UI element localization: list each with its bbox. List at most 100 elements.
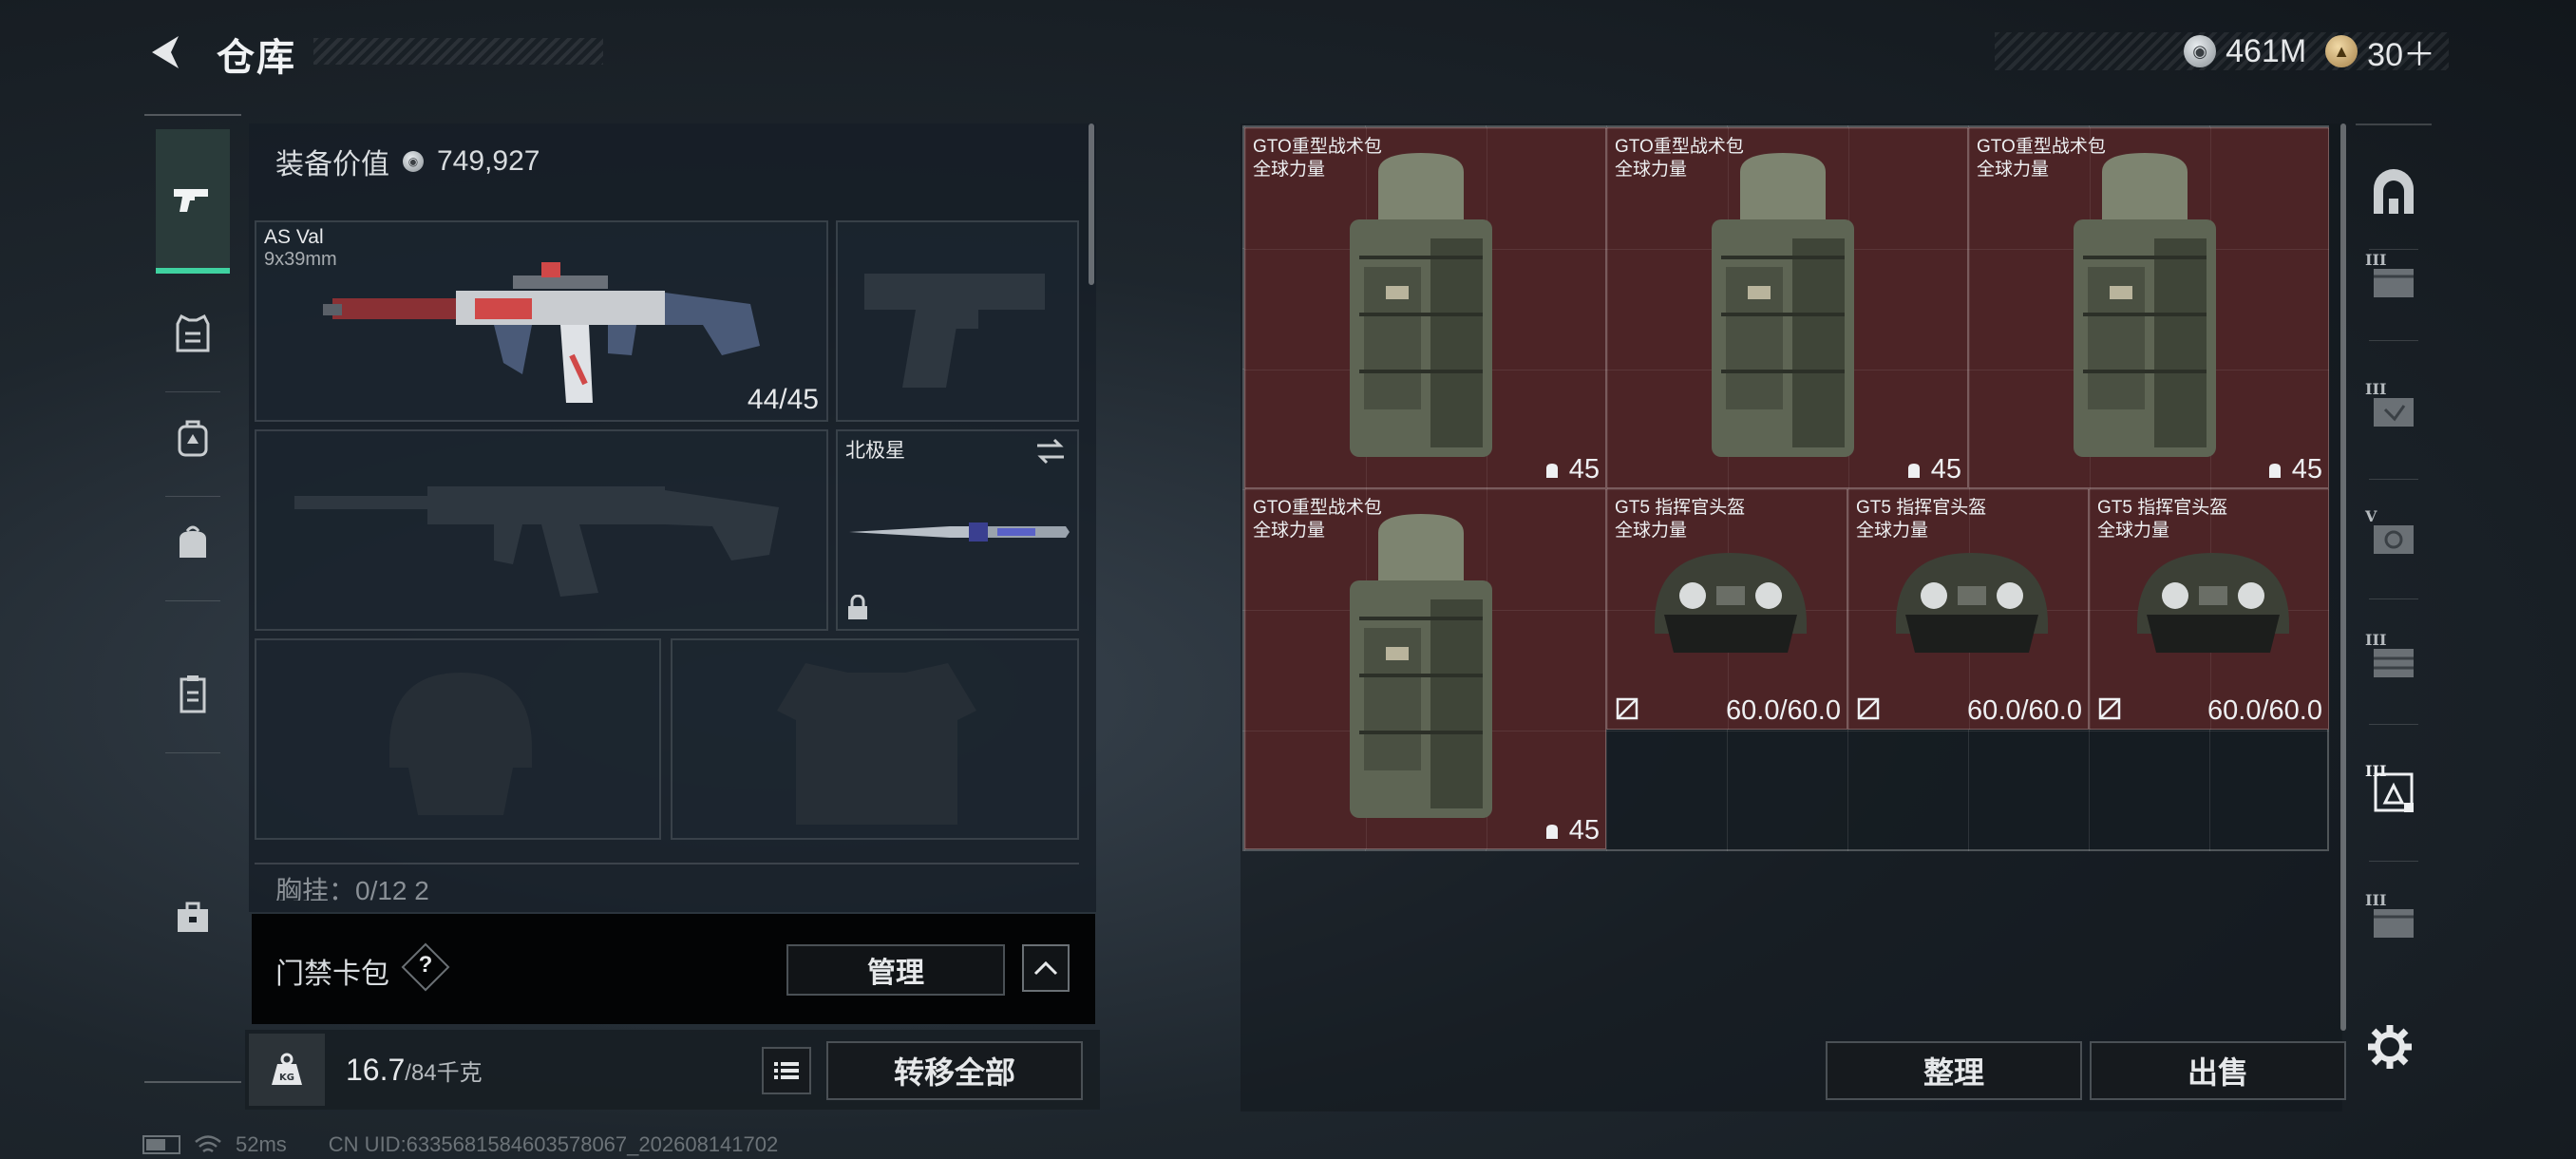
storage-tab-all[interactable] (2361, 162, 2426, 226)
storage-item-6[interactable]: GT5 指挥官头盔 全球力量 60.0/60.0 (2089, 488, 2329, 730)
knife-icon (849, 522, 1070, 542)
helmet-slot[interactable] (255, 638, 661, 840)
gear-icon (2368, 1025, 2412, 1069)
tier-label: III (2365, 251, 2387, 269)
settings-button[interactable] (2361, 1018, 2418, 1075)
silver-currency[interactable]: ◉ 461M (2184, 33, 2306, 70)
storage-tab-2[interactable]: III (2361, 249, 2426, 314)
pouch-icon (180, 525, 206, 558)
melee-slot[interactable]: 北极星 (836, 429, 1079, 631)
pistol-silhouette-icon (864, 274, 1045, 388)
durability-icon (1857, 697, 1880, 720)
item-capacity-value: 45 (1930, 454, 1961, 484)
manage-button[interactable]: 管理 (786, 944, 1005, 996)
storage-tab-3[interactable]: III (2361, 378, 2426, 443)
pistol-slot[interactable] (836, 220, 1079, 422)
weapon-ammo: 44/45 (747, 384, 819, 415)
helmet-icon (1896, 553, 2048, 653)
item-capacity: 45 (2265, 454, 2322, 485)
keycard-label: 门禁卡包 (275, 959, 389, 990)
back-arrow-icon[interactable] (142, 28, 190, 76)
ping-text: 52ms (236, 1132, 287, 1156)
backpack-icon (178, 420, 208, 457)
gold-coin-icon: ▲ (2325, 35, 2358, 67)
nav-backpack[interactable] (156, 401, 230, 475)
weight-readout: 16.7/84千克 (346, 1053, 483, 1088)
weight-icon-box: KG (249, 1034, 325, 1106)
as-val-rifle-icon (323, 262, 760, 403)
gold-currency[interactable]: ▲ 30＋ (2325, 28, 2435, 75)
item-capacity: 45 (1543, 454, 1600, 485)
item-source: 全球力量 (1615, 160, 1688, 180)
sell-button[interactable]: 出售 (2090, 1041, 2346, 1100)
status-footer: 52ms CN UID:6335681584603578067_20260814… (142, 1132, 778, 1157)
weight-max: /84千克 (405, 1060, 483, 1086)
storage-tab-6-active[interactable]: III (2361, 760, 2426, 825)
uid-text: CN UID:6335681584603578067_202608141702 (328, 1132, 779, 1156)
primary-weapon-slot[interactable]: AS Val 9x39mm 44/45 (255, 220, 828, 422)
tier-label: III (2365, 762, 2387, 780)
equipment-scrollbar[interactable] (1089, 124, 1094, 285)
storage-item-5[interactable]: GT5 指挥官头盔 全球力量 60.0/60.0 (1847, 488, 2089, 730)
armor-silhouette-icon (777, 663, 976, 825)
silver-amount: 461M (2226, 32, 2307, 69)
item-name: GT5 指挥官头盔 (1615, 498, 1746, 518)
capacity-icon (1907, 463, 1920, 478)
equipment-value-label: 装备价值 (275, 149, 389, 180)
chest-rig-row[interactable]: 胸挂：0/12 2 (255, 863, 1079, 901)
item-durability: 60.0/60.0 (2207, 695, 2322, 726)
gold-amount: 30＋ (2367, 36, 2435, 73)
item-capacity: 45 (1543, 815, 1600, 846)
transfer-all-button[interactable]: 转移全部 (826, 1041, 1083, 1100)
storage-tab-5[interactable]: III (2361, 629, 2426, 694)
tier-label: III (2365, 631, 2387, 649)
knife-name: 北极星 (845, 440, 905, 462)
nav-pouch[interactable] (156, 505, 230, 580)
storage-item-4[interactable]: GT5 指挥官头盔 全球力量 60.0/60.0 (1606, 488, 1847, 730)
currency-bar: ◉ 461M ▲ 30＋ (1995, 32, 2449, 73)
capacity-icon (1545, 824, 1558, 839)
storage-tab-7[interactable]: III (2361, 889, 2426, 954)
list-view-button[interactable] (762, 1047, 811, 1094)
swap-icon[interactable] (1033, 437, 1068, 466)
clipboard-icon (180, 675, 206, 713)
tier-label: III (2365, 891, 2387, 909)
silver-coin-icon: ◉ (403, 151, 424, 172)
item-source: 全球力量 (1253, 160, 1326, 180)
storage-item-3[interactable]: GTO重型战术包 全球力量 45 (1244, 488, 1606, 849)
storage-item-0[interactable]: GTO重型战术包 全球力量 45 (1244, 127, 1606, 488)
nav-armor[interactable] (156, 296, 230, 370)
body-armor-slot[interactable] (671, 638, 1079, 840)
equipment-value: 装备价值 ◉ 749,927 (275, 141, 540, 182)
backpack-icon (1712, 153, 1854, 457)
nav-tools[interactable] (156, 880, 230, 954)
secondary-weapon-slot[interactable] (255, 429, 828, 631)
category-sidebar (144, 114, 241, 1083)
toolbox-icon (178, 902, 208, 932)
nav-weapons[interactable] (156, 129, 230, 274)
storage-scrollbar[interactable] (2340, 124, 2346, 1031)
list-icon (774, 1062, 799, 1079)
capacity-icon (2268, 463, 2281, 478)
storage-tab-4[interactable]: V (2361, 505, 2426, 570)
help-question-mark: ? (418, 952, 433, 978)
item-source: 全球力量 (1856, 521, 1929, 541)
storage-tabs-sidebar: III III V III III III (2356, 124, 2432, 978)
storage-item-2[interactable]: GTO重型战术包 全球力量 45 (1968, 127, 2329, 488)
nav-case[interactable] (156, 657, 230, 732)
wifi-icon (195, 1135, 221, 1153)
weight-icon: KG (272, 1053, 302, 1085)
backpack-icon (1350, 514, 1492, 818)
durability-icon (1616, 697, 1638, 720)
storage-item-1[interactable]: GTO重型战术包 全球力量 45 (1606, 127, 1968, 488)
expand-button[interactable] (1022, 944, 1070, 992)
backpack-icon (1350, 153, 1492, 457)
tidy-button[interactable]: 整理 (1826, 1041, 2082, 1100)
equipment-value-amount: 749,927 (437, 145, 540, 177)
item-capacity: 45 (1904, 454, 1961, 485)
item-source: 全球力量 (1977, 160, 2050, 180)
tier-label: III (2365, 380, 2387, 398)
vault-icon (2374, 169, 2414, 214)
svg-text:KG: KG (279, 1073, 294, 1083)
item-name: GT5 指挥官头盔 (1856, 498, 1987, 518)
